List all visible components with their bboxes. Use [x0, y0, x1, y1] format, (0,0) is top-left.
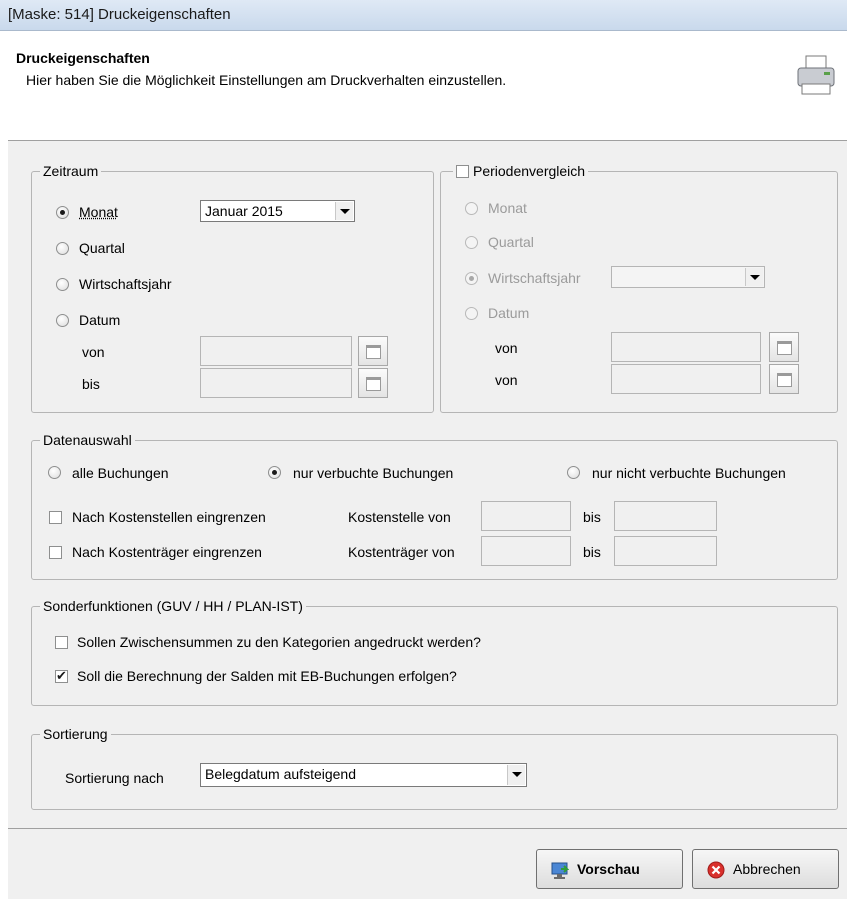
title-bar: [Maske: 514] Druckeigenschaften: [0, 0, 847, 31]
pv-label-quartal: Quartal: [488, 234, 534, 250]
zeitraum-label-wirtschaftsjahr: Wirtschaftsjahr: [79, 276, 172, 292]
zeitraum-label-quartal: Quartal: [79, 240, 125, 256]
salden-eb-label: Soll die Berechnung der Salden mit EB-Bu…: [77, 668, 457, 684]
kostentraeger-bis-input[interactable]: [614, 536, 717, 566]
kostentraeger-label: Nach Kostenträger eingrenzen: [72, 544, 262, 560]
month-select-value: Januar 2015: [205, 203, 283, 219]
kostentraeger-von-label: Kostenträger von: [348, 544, 455, 560]
dialog-header: Druckeigenschaften Hier haben Sie die Mö…: [8, 40, 847, 140]
periodenvergleich-checkbox[interactable]: [456, 165, 469, 178]
dialog-body: Zeitraum Monat Januar 2015 Quartal Wirts…: [8, 140, 847, 828]
pv-von-input-2[interactable]: [611, 364, 761, 394]
sonderfunktionen-legend: Sonderfunktionen (GUV / HH / PLAN-IST): [40, 598, 306, 614]
periodenvergleich-group: Periodenvergleich Monat Quartal Wirtscha…: [440, 163, 838, 413]
zeitraum-label-datum: Datum: [79, 312, 121, 328]
pv-wirtschaftsjahr-select[interactable]: [611, 266, 765, 288]
zeitraum-group: Zeitraum Monat Januar 2015 Quartal Wirts…: [31, 163, 434, 413]
header-title: Druckeigenschaften: [16, 50, 150, 66]
zwischensummen-label: Sollen Zwischensummen zu den Kategorien …: [77, 634, 481, 650]
close-icon: [707, 861, 725, 879]
kostenstellen-label: Nach Kostenstellen eingrenzen: [72, 509, 266, 525]
sortierung-group: Sortierung Sortierung nach Belegdatum au…: [31, 726, 838, 810]
zeitraum-von-label: von: [82, 344, 105, 360]
cancel-button-label: Abbrechen: [733, 861, 801, 877]
calendar-icon[interactable]: [358, 368, 388, 398]
header-subtitle: Hier haben Sie die Möglichkeit Einstellu…: [26, 72, 507, 88]
chevron-down-icon[interactable]: [335, 202, 353, 220]
da-radio-nicht-verbuchte[interactable]: [567, 466, 580, 479]
periodenvergleich-legend: Periodenvergleich: [453, 163, 589, 179]
calendar-icon[interactable]: [358, 336, 388, 366]
datenauswahl-group: Datenauswahl alle Buchungen nur verbucht…: [31, 432, 838, 580]
printer-icon: [797, 55, 835, 95]
sortierung-select-value: Belegdatum aufsteigend: [205, 766, 356, 782]
zeitraum-label-monat: Monat: [79, 204, 118, 220]
sortierung-label: Sortierung nach: [65, 770, 164, 786]
salden-eb-checkbox[interactable]: [55, 668, 68, 684]
kostentraeger-bis-label: bis: [583, 544, 601, 560]
sortierung-legend: Sortierung: [40, 726, 111, 742]
chevron-down-icon[interactable]: [745, 268, 763, 286]
da-label-nicht-verbuchte: nur nicht verbuchte Buchungen: [592, 465, 786, 481]
zeitraum-radio-datum[interactable]: [56, 314, 69, 327]
monitor-icon: [551, 862, 569, 879]
cancel-button[interactable]: Abbrechen: [692, 849, 839, 889]
sonderfunktionen-group: Sonderfunktionen (GUV / HH / PLAN-IST) S…: [31, 598, 838, 706]
kostenstelle-von-label: Kostenstelle von: [348, 509, 451, 525]
zeitraum-radio-monat[interactable]: [56, 206, 69, 219]
zeitraum-von-input[interactable]: [200, 336, 352, 366]
periodenvergleich-legend-text: Periodenvergleich: [473, 163, 586, 179]
da-label-alle: alle Buchungen: [72, 465, 169, 481]
pv-radio-quartal[interactable]: [465, 236, 478, 249]
kostenstelle-bis-label: bis: [583, 509, 601, 525]
calendar-icon[interactable]: [769, 364, 799, 394]
pv-radio-datum[interactable]: [465, 307, 478, 320]
pv-von-label-1: von: [495, 340, 518, 356]
zeitraum-radio-wirtschaftsjahr[interactable]: [56, 278, 69, 291]
pv-von-label-2: von: [495, 372, 518, 388]
da-radio-alle[interactable]: [48, 466, 61, 479]
calendar-icon[interactable]: [769, 332, 799, 362]
preview-button-label: Vorschau: [577, 861, 640, 877]
preview-button[interactable]: Vorschau: [536, 849, 683, 889]
kostentraeger-von-input[interactable]: [481, 536, 571, 566]
pv-radio-wirtschaftsjahr[interactable]: [465, 272, 478, 285]
kostenstelle-von-input[interactable]: [481, 501, 571, 531]
pv-label-datum: Datum: [488, 305, 530, 321]
window-title: [Maske: 514] Druckeigenschaften: [8, 6, 231, 23]
zeitraum-radio-quartal[interactable]: [56, 242, 69, 255]
sortierung-select[interactable]: Belegdatum aufsteigend: [200, 763, 527, 787]
da-label-verbuchte: nur verbuchte Buchungen: [293, 465, 454, 481]
chevron-down-icon[interactable]: [507, 765, 525, 785]
pv-radio-monat[interactable]: [465, 202, 478, 215]
zeitraum-legend: Zeitraum: [40, 163, 102, 179]
datenauswahl-legend: Datenauswahl: [40, 432, 135, 448]
kostenstellen-checkbox[interactable]: [49, 511, 62, 524]
dialog-footer: Vorschau Abbrechen: [8, 828, 847, 899]
month-select[interactable]: Januar 2015: [200, 200, 355, 222]
pv-label-monat: Monat: [488, 200, 527, 216]
zeitraum-bis-input[interactable]: [200, 368, 352, 398]
pv-label-wirtschaftsjahr: Wirtschaftsjahr: [488, 270, 581, 286]
pv-von-input-1[interactable]: [611, 332, 761, 362]
kostentraeger-checkbox[interactable]: [49, 546, 62, 559]
da-radio-verbuchte[interactable]: [268, 466, 281, 479]
kostenstelle-bis-input[interactable]: [614, 501, 717, 531]
zwischensummen-checkbox[interactable]: [55, 636, 68, 649]
zeitraum-bis-label: bis: [82, 376, 100, 392]
